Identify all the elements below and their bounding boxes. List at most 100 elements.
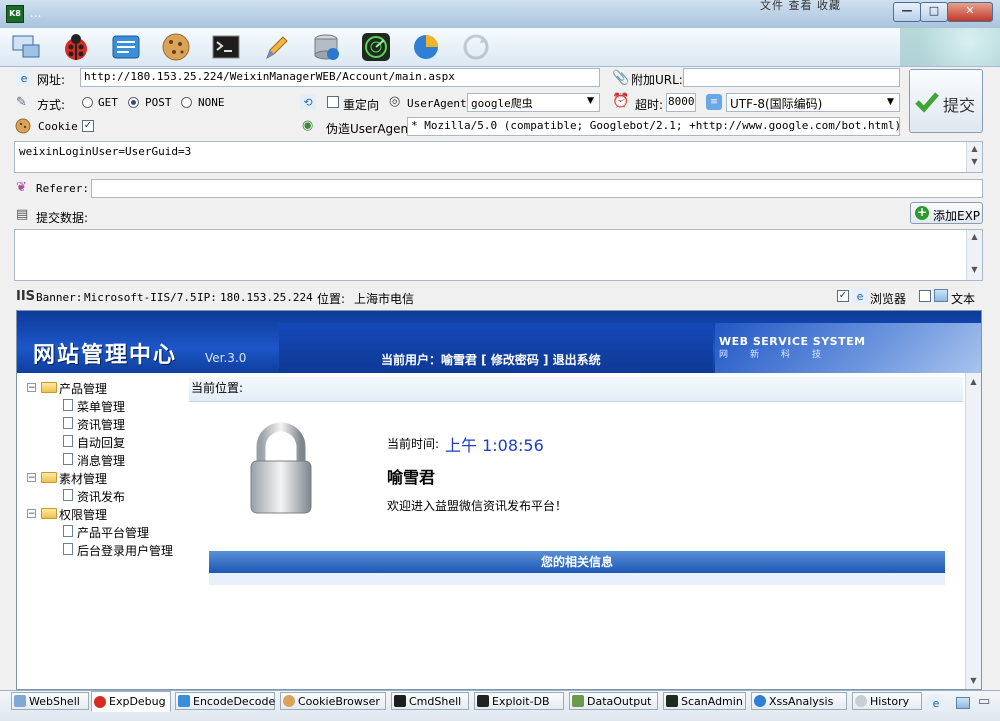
exploitdb-tab-icon bbox=[477, 695, 489, 707]
pie-icon[interactable] bbox=[410, 31, 442, 63]
tree-item-platform[interactable]: 产品平台管理 bbox=[77, 524, 149, 541]
time-label: 当前时间: bbox=[387, 437, 440, 451]
tree-item-publish[interactable]: 资讯发布 bbox=[77, 488, 125, 505]
window-title: ... bbox=[30, 6, 42, 20]
pencil-icon[interactable] bbox=[260, 31, 292, 63]
fake-ua-label: 伪造UserAgent: bbox=[326, 122, 417, 136]
submit-button[interactable]: 提交 bbox=[909, 69, 983, 133]
useragent-select[interactable]: google爬虫 bbox=[467, 93, 600, 112]
method-post-radio[interactable] bbox=[128, 97, 139, 108]
refresh-icon[interactable] bbox=[460, 31, 492, 63]
tab-webshell[interactable]: WebShell bbox=[11, 692, 89, 710]
browser-view: 网站管理中心 Ver.3.0 当前用户：喻雪君 [ 修改密码 ] 退出系统 WE… bbox=[16, 310, 982, 690]
tree-item-login-users[interactable]: 后台登录用户管理 bbox=[77, 542, 173, 559]
text-checkbox[interactable] bbox=[919, 290, 931, 302]
welcome-text: 欢迎进入益盟微信资讯发布平台！ bbox=[387, 499, 568, 513]
plus-icon: + bbox=[915, 205, 929, 220]
method-none-radio[interactable] bbox=[181, 97, 192, 108]
tree-collapse-2[interactable]: − bbox=[27, 473, 36, 483]
folder-icon bbox=[41, 508, 57, 519]
tab-label: WebShell bbox=[29, 694, 80, 708]
tab-history[interactable]: History bbox=[852, 692, 922, 710]
close-button[interactable]: ✕ bbox=[947, 2, 993, 22]
tab-cmdshell[interactable]: CmdShell bbox=[391, 692, 469, 710]
cookie-icon[interactable] bbox=[160, 31, 192, 63]
tab-xssanalysis[interactable]: XssAnalysis bbox=[751, 692, 847, 710]
tree-item-material[interactable]: 素材管理 bbox=[59, 470, 107, 487]
url-input[interactable]: http://180.153.25.224/WeixinManagerWEB/A… bbox=[80, 68, 600, 87]
window-tab-icon[interactable] bbox=[956, 697, 970, 709]
timeout-input[interactable]: 8000 bbox=[666, 93, 696, 112]
cookie-tab-icon bbox=[283, 695, 295, 707]
breadcrumb: 当前位置: bbox=[189, 377, 963, 402]
webshell-tab-icon bbox=[14, 695, 26, 707]
tree-item-messages[interactable]: 消息管理 bbox=[77, 452, 125, 469]
tab-label: Exploit-DB bbox=[492, 694, 550, 708]
tab-exploitdb[interactable]: Exploit-DB bbox=[474, 692, 564, 710]
folder-icon bbox=[41, 472, 57, 483]
database-icon[interactable] bbox=[310, 31, 342, 63]
tree-item-autoreply[interactable]: 自动回复 bbox=[77, 434, 125, 451]
tree-item-product[interactable]: 产品管理 bbox=[59, 380, 107, 397]
paperclip-icon: 📎 bbox=[612, 70, 630, 86]
tab-encodedecode[interactable]: EncodeDecode bbox=[175, 692, 275, 710]
info-title: 您的相关信息 bbox=[540, 555, 613, 569]
document-icon bbox=[63, 453, 73, 465]
tree-collapse-1[interactable]: − bbox=[27, 383, 36, 393]
fingerprint-icon: ◎ bbox=[389, 94, 401, 109]
tab-cookiebrowser[interactable]: CookieBrowser bbox=[280, 692, 386, 710]
method-get-radio[interactable] bbox=[82, 97, 93, 108]
encoding-select[interactable]: UTF-8(国际编码) bbox=[726, 93, 900, 112]
redirect-checkbox[interactable] bbox=[327, 96, 339, 108]
cookie-label: Cookie bbox=[38, 120, 78, 133]
extra-url-label: 附加URL: bbox=[631, 73, 683, 87]
ie-tab-icon[interactable]: e bbox=[928, 695, 944, 711]
encoding-dropdown-icon[interactable]: ▼ bbox=[887, 97, 894, 107]
ladybug-icon[interactable] bbox=[60, 31, 92, 63]
tree-item-news[interactable]: 资讯管理 bbox=[77, 416, 125, 433]
maximize-button[interactable]: □ bbox=[920, 2, 948, 22]
useragent-label: UserAgent: bbox=[407, 97, 474, 110]
useragent-dropdown-icon[interactable]: ▼ bbox=[587, 96, 594, 106]
scanadmin-tab-icon bbox=[666, 695, 678, 707]
radar-icon[interactable] bbox=[360, 31, 392, 63]
tab-expdebug[interactable]: ExpDebug bbox=[91, 691, 171, 712]
encode-icon[interactable] bbox=[110, 31, 142, 63]
ip-value: 180.153.25.224 bbox=[220, 291, 313, 304]
fake-ua-input[interactable]: * Mozilla/5.0 (compatible; Googlebot/2.1… bbox=[407, 117, 900, 136]
cookie-checkbox[interactable]: ✓ bbox=[82, 120, 94, 132]
submit-label: 提交 bbox=[943, 96, 976, 115]
browser-checkbox[interactable]: ✓ bbox=[837, 290, 849, 302]
screen-tab-icon[interactable]: ▭ bbox=[978, 694, 990, 709]
add-exp-label: 添加EXP bbox=[933, 209, 981, 223]
syringe-icon: ✎ bbox=[16, 95, 27, 110]
checkmark-icon bbox=[914, 90, 940, 117]
add-exp-button[interactable]: + 添加EXP bbox=[910, 202, 983, 224]
ip-label: IP: bbox=[197, 291, 217, 304]
user-bar-text[interactable]: 当前用户：喻雪君 [ 修改密码 ] 退出系统 bbox=[381, 351, 601, 368]
tree-collapse-3[interactable]: − bbox=[27, 509, 36, 519]
tab-label: History bbox=[870, 694, 910, 708]
site-scrollbar[interactable]: ▲ ▼ bbox=[965, 373, 981, 689]
tab-scanadmin[interactable]: ScanAdmin bbox=[663, 692, 746, 710]
postdata-textarea[interactable]: ▲ ▼ bbox=[14, 229, 983, 281]
extra-url-input[interactable] bbox=[683, 68, 900, 87]
method-none-label: NONE bbox=[198, 96, 225, 109]
cookie-scrollbar[interactable]: ▲ ▼ bbox=[966, 142, 982, 172]
cmd-icon[interactable] bbox=[210, 31, 242, 63]
referer-input[interactable] bbox=[91, 179, 983, 198]
minimize-button[interactable]: — bbox=[893, 2, 921, 22]
tree-item-permission[interactable]: 权限管理 bbox=[59, 506, 107, 523]
webshell-icon[interactable] bbox=[10, 31, 42, 63]
username: 喻雪君 bbox=[387, 468, 436, 487]
cookie-textarea[interactable]: weixinLoginUser=UserGuid=3 ▲ ▼ bbox=[14, 141, 983, 173]
postdata-scrollbar[interactable]: ▲ ▼ bbox=[966, 230, 982, 280]
site-logo: 网站管理中心 bbox=[33, 343, 178, 368]
menu-text[interactable]: 文件 查看 收藏 bbox=[760, 0, 841, 13]
tree-item-menu[interactable]: 菜单管理 bbox=[77, 398, 125, 415]
info-header: 您的相关信息 bbox=[209, 551, 945, 573]
cookie-value: weixinLoginUser=UserGuid=3 bbox=[19, 145, 192, 158]
tab-dataoutput[interactable]: DataOutput bbox=[569, 692, 658, 710]
postdata-label: 提交数据: bbox=[36, 211, 89, 225]
user-bar: 当前用户：喻雪君 [ 修改密码 ] 退出系统 bbox=[279, 323, 713, 373]
